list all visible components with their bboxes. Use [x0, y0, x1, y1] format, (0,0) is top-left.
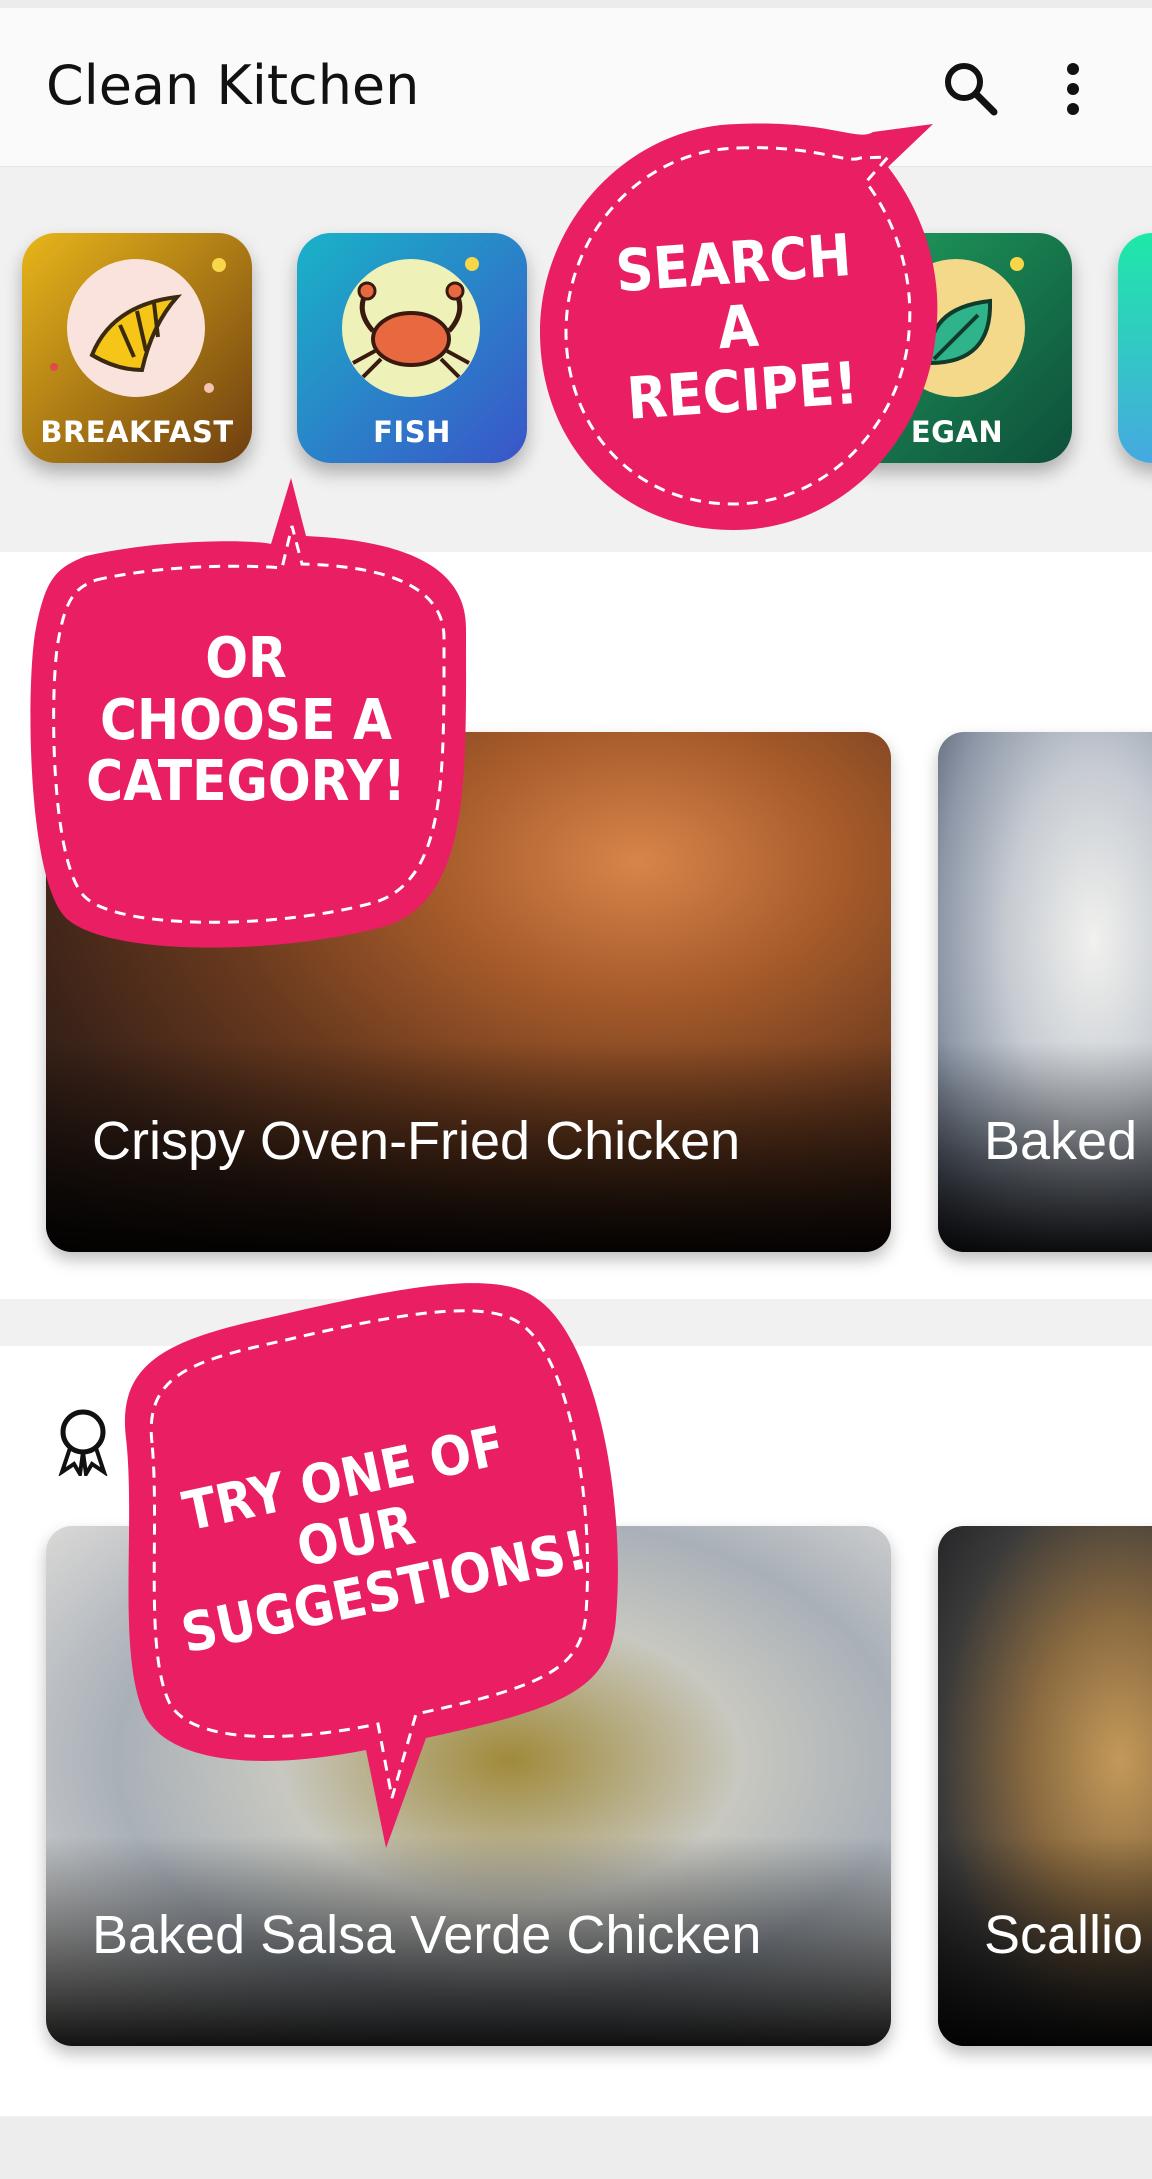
bottom-spacer: [0, 2117, 1152, 2179]
more-vert-icon[interactable]: [1046, 58, 1108, 120]
recipe-card-title: Baked: [984, 1111, 1138, 1171]
tooltip-suggestions: Try one of our suggestions!: [96, 1268, 636, 1858]
search-icon[interactable]: [940, 58, 1002, 120]
tooltip-search-text: Search a recipe!: [613, 221, 861, 433]
category-label: FISH: [373, 415, 451, 449]
croissant-icon: [89, 294, 183, 373]
category-tile-fish[interactable]: FISH: [297, 233, 527, 463]
app-title: Clean Kitchen: [46, 54, 420, 117]
category-label: BREAKFAST: [40, 415, 234, 449]
category-tile-next[interactable]: [1118, 233, 1152, 463]
recipe-card-title: Scallio: [984, 1905, 1144, 1965]
category-tile-breakfast[interactable]: BREAKFAST: [22, 233, 252, 463]
status-bar: [0, 0, 1152, 8]
crab-icon: [352, 281, 470, 379]
recipe-card-title: Crispy Oven-Fried Chicken: [92, 1111, 741, 1171]
tooltip-search: Search a recipe!: [528, 112, 948, 542]
recipe-card-title: Baked Salsa Verde Chicken: [92, 1905, 762, 1965]
recipe-card[interactable]: Baked: [938, 732, 1152, 1252]
recipe-card[interactable]: Scallio: [938, 1526, 1152, 2046]
tooltip-category: Or choose a category!: [26, 478, 471, 963]
tooltip-category-text: Or choose a category!: [86, 626, 406, 815]
